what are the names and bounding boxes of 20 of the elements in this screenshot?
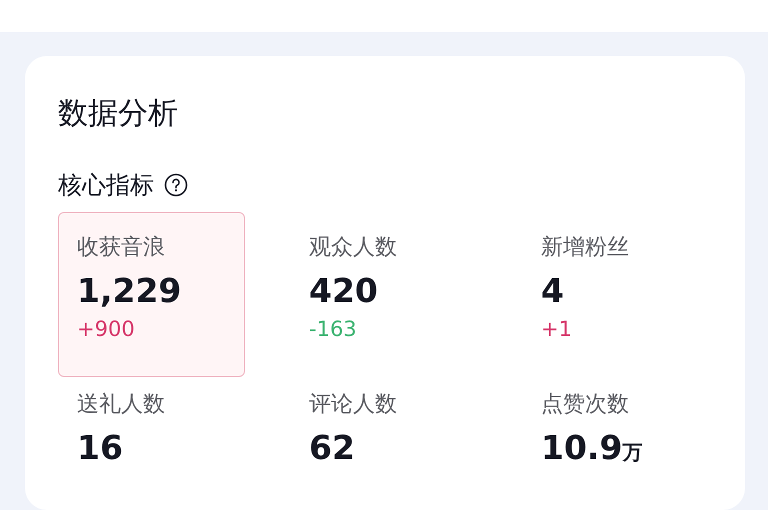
metric-label: 点赞次数 bbox=[541, 391, 629, 419]
metric-label: 评论人数 bbox=[309, 391, 397, 419]
metric-value: 10.9 bbox=[541, 428, 622, 468]
metric-value: 62 bbox=[309, 428, 355, 468]
metric-value: 420 bbox=[309, 271, 378, 311]
metric-change: -163 bbox=[309, 316, 357, 343]
section-title: 核心指标 bbox=[58, 170, 154, 201]
metric-label: 观众人数 bbox=[309, 234, 397, 262]
metric-unit: 万 bbox=[622, 439, 642, 466]
metric-label: 新增粉丝 bbox=[541, 234, 629, 262]
metric-label: 送礼人数 bbox=[77, 391, 165, 419]
metric-value: 4 bbox=[541, 271, 564, 311]
metric-label: 收获音浪 bbox=[77, 234, 165, 262]
metric-change: +1 bbox=[541, 316, 572, 343]
metric-value: 1,229 bbox=[77, 271, 182, 311]
help-icon[interactable] bbox=[164, 173, 188, 197]
metric-tile[interactable]: 收获音浪 1,229 +900 bbox=[58, 212, 245, 377]
metric-change: +900 bbox=[77, 316, 135, 343]
card-title: 数据分析 bbox=[58, 95, 178, 133]
metric-value: 16 bbox=[77, 428, 123, 468]
